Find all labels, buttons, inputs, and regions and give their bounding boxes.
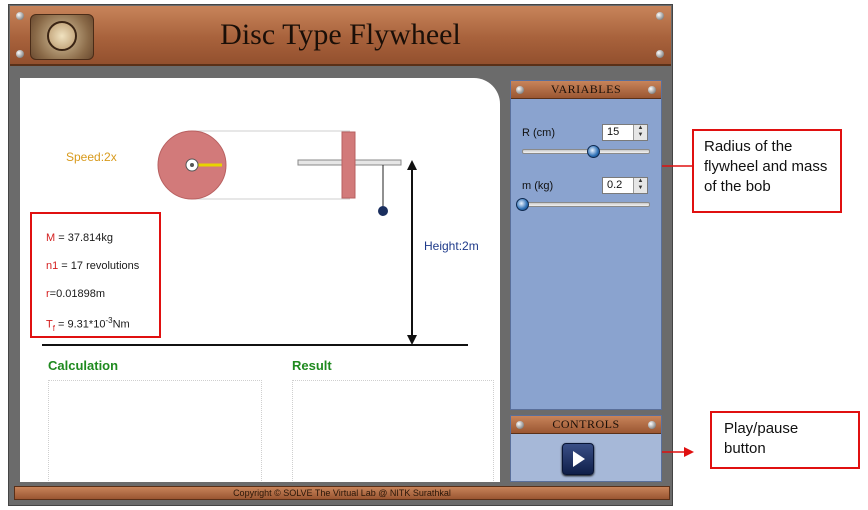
stepper-arrows-icon[interactable]: ▲ ▼ [633,178,647,193]
play-button-callout: Play/pause button [710,411,860,469]
bearing-block [341,131,356,199]
controls-header: CONTROLS [511,416,661,434]
computed-values-box: M = 37.814kg n1 = 17 revolutions r=0.018… [30,212,161,338]
height-arrow-top [407,160,417,170]
radius-slider-thumb[interactable] [587,145,600,158]
mass-stepper[interactable]: 0.2 ▲ ▼ [602,177,648,194]
screw-icon [648,421,656,429]
friction-torque-value: Tf = 9.31*10-3Nm [46,316,130,333]
bob [378,206,388,216]
revolutions-value: n1 = 17 revolutions [46,260,140,272]
play-icon [573,451,585,467]
screw-icon [516,421,524,429]
radius-label: R (cm) [522,127,555,139]
play-pause-button[interactable] [562,443,594,475]
speed-label: Speed:2x [66,150,117,164]
mass-value: M = 37.814kg [46,232,113,244]
radius-stepper[interactable]: 15 ▲ ▼ [602,124,648,141]
footer: Copyright © SOLVE The Virtual Lab @ NITK… [14,486,670,500]
play-annotation-arrowhead [684,447,694,457]
mass-label: m (kg) [522,180,554,192]
radius-slider[interactable] [522,149,650,154]
stepper-arrows-icon[interactable]: ▲ ▼ [633,125,647,140]
controls-panel: CONTROLS [510,415,662,482]
radius-value: r=0.01898m [46,288,106,300]
mass-slider-thumb[interactable] [516,198,529,211]
mass-slider[interactable] [522,202,650,207]
height-arrow-bottom [407,335,417,345]
screw-icon [516,86,524,94]
result-area [292,380,494,481]
result-title: Result [292,358,332,373]
hub-center [190,163,194,167]
variables-header: VARIABLES [511,81,661,99]
variables-panel: VARIABLES R (cm) 15 ▲ ▼ m (kg) 0.2 ▲ ▼ [510,80,662,410]
variables-callout: Radius of the flywheel and mass of the b… [692,129,842,213]
screw-icon [648,86,656,94]
calculation-title: Calculation [48,358,119,373]
calculation-area [48,380,262,481]
height-label: Height:2m [424,239,479,253]
